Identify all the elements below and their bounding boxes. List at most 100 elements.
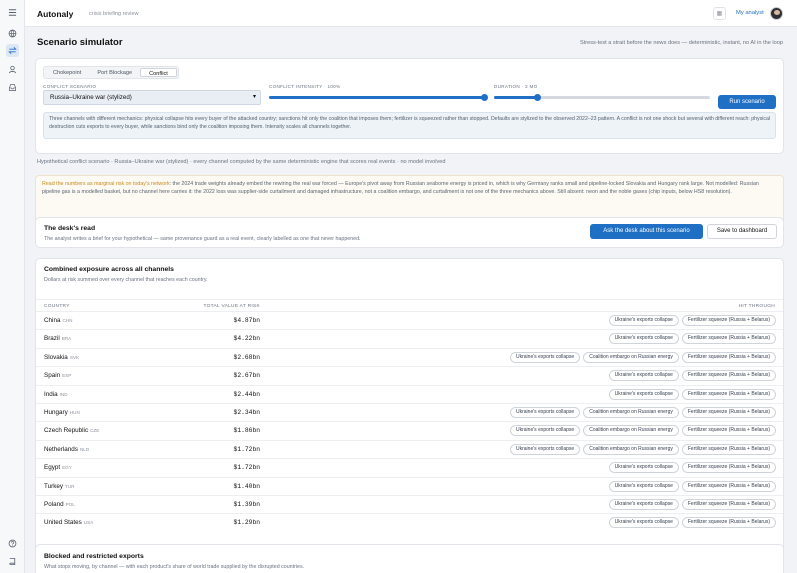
- channel-pill[interactable]: Fertilizer squeeze (Russia + Belarus): [681, 462, 776, 474]
- col-country: COUNTRY: [44, 304, 70, 309]
- channel-pill[interactable]: Ukraine's exports collapse: [608, 517, 679, 529]
- country-name: Turkey TUR: [44, 483, 74, 490]
- channel-pill[interactable]: Fertilizer squeeze (Russia + Belarus): [681, 407, 776, 418]
- scenario-controls-card: Chokepoint Port Blockage Conflict CONFLI…: [35, 58, 784, 154]
- globe-icon[interactable]: [6, 27, 19, 40]
- channel-pill[interactable]: Fertilizer squeeze (Russia + Belarus): [681, 517, 776, 529]
- country-label: India: [44, 390, 58, 398]
- channel-pill[interactable]: Ukraine's exports collapse: [608, 370, 679, 382]
- country-code: TUR: [65, 483, 75, 489]
- channel-pills: Ukraine's exports collapse Fertilizer squ…: [608, 480, 776, 492]
- scenario-select[interactable]: Russia–Ukraine war (stylized) ▾: [43, 90, 261, 105]
- scenario-label: CONFLICT SCENARIO: [43, 84, 97, 89]
- value-at-risk: $4.22bn: [233, 335, 260, 343]
- channel-pill[interactable]: Ukraine's exports collapse: [608, 333, 679, 345]
- channel-pill[interactable]: Fertilizer squeeze (Russia + Belarus): [681, 499, 776, 510]
- table-row[interactable]: Brazil BRA $4.22bn Ukraine's exports collap…: [36, 329, 783, 347]
- channel-pill[interactable]: Ukraine's exports collapse: [510, 407, 581, 418]
- table-divider: [36, 299, 783, 300]
- table-row[interactable]: Spain ESP $2.67bn Ukraine's exports collaps…: [36, 366, 783, 384]
- value-at-risk: $2.67bn: [233, 372, 260, 380]
- channel-pills: Ukraine's exports collapse Fertilizer squ…: [608, 499, 776, 510]
- duration-handle[interactable]: [534, 94, 542, 101]
- channel-pill[interactable]: Fertilizer squeeze (Russia + Belarus): [681, 443, 776, 455]
- channel-pill[interactable]: Coalition embargo on Russian energy: [583, 407, 679, 418]
- channel-pill[interactable]: Fertilizer squeeze (Russia + Belarus): [681, 425, 776, 437]
- table-row[interactable]: India IND $2.44bn Ukraine's exports collaps…: [36, 384, 783, 403]
- blocked-title: Blocked and restricted exports: [44, 553, 144, 560]
- country-label: Netherlands: [44, 445, 78, 453]
- channel-pill[interactable]: Ukraine's exports collapse: [608, 499, 679, 510]
- country-label: Poland: [44, 501, 64, 508]
- table-row[interactable]: Slovakia SVK $2.68bn Ukraine's exports coll…: [36, 347, 783, 366]
- table-row[interactable]: Poland POL $1.39bn Ukraine's exports collap…: [36, 495, 783, 513]
- country-label: Slovakia: [44, 353, 68, 361]
- channel-pill[interactable]: Ukraine's exports collapse: [510, 425, 581, 437]
- country-label: Czech Republic: [44, 427, 89, 435]
- menu-icon[interactable]: [6, 6, 19, 19]
- country-label: Spain: [44, 372, 61, 380]
- country-code: ESP: [62, 373, 72, 379]
- country-label: Egypt: [44, 464, 61, 472]
- channel-pill[interactable]: Ukraine's exports collapse: [510, 443, 581, 455]
- main-content: Scenario simulator Stress-test a strait …: [25, 27, 797, 573]
- swap-icon[interactable]: [6, 44, 19, 57]
- table-row[interactable]: Czech Republic CZE $1.86bn Ukraine's export…: [36, 421, 783, 439]
- desk-subtitle: The analyst writes a brief for your hypo…: [44, 236, 361, 242]
- channel-pill[interactable]: Coalition embargo on Russian energy: [583, 351, 679, 363]
- country-name: India IND: [44, 391, 68, 398]
- table-row[interactable]: Egypt EGY $1.72bn Ukraine's exports collaps…: [36, 458, 783, 476]
- avatar[interactable]: [770, 7, 783, 20]
- channel-pill[interactable]: Fertilizer squeeze (Russia + Belarus): [681, 351, 776, 363]
- my-analyst-link[interactable]: My analyst: [736, 10, 764, 16]
- channel-pill[interactable]: Fertilizer squeeze (Russia + Belarus): [681, 480, 776, 492]
- inbox-icon[interactable]: [6, 81, 19, 94]
- intensity-slider[interactable]: [269, 94, 488, 101]
- intensity-handle[interactable]: [481, 94, 488, 101]
- channel-pill[interactable]: Coalition embargo on Russian energy: [583, 425, 679, 437]
- table-row[interactable]: United States USA $1.29bn Ukraine's exports…: [36, 513, 783, 531]
- channel-pill[interactable]: Ukraine's exports collapse: [608, 315, 679, 326]
- duration-slider[interactable]: [494, 94, 710, 101]
- channel-pill[interactable]: Fertilizer squeeze (Russia + Belarus): [681, 315, 776, 326]
- country-label: China: [44, 317, 61, 324]
- exposure-title: Combined exposure across all channels: [44, 266, 174, 273]
- desk-title: The desk's read: [44, 225, 96, 232]
- country-label: Brazil: [44, 335, 60, 343]
- tab-conflict[interactable]: Conflict: [140, 68, 177, 77]
- channel-pill[interactable]: Fertilizer squeeze (Russia + Belarus): [681, 333, 776, 345]
- channel-pills: Ukraine's exports collapse Fertilizer squ…: [608, 370, 776, 382]
- channel-pill[interactable]: Ukraine's exports collapse: [608, 480, 679, 492]
- channel-pill[interactable]: Fertilizer squeeze (Russia + Belarus): [681, 370, 776, 382]
- channel-pill[interactable]: Ukraine's exports collapse: [510, 351, 581, 363]
- country-code: USA: [83, 520, 94, 526]
- left-rail: [0, 0, 25, 573]
- channel-pill[interactable]: Fertilizer squeeze (Russia + Belarus): [681, 388, 776, 400]
- ask-desk-button[interactable]: Ask the desk about this scenario: [590, 224, 703, 239]
- table-row[interactable]: Turkey TUR $1.40bn Ukraine's exports collap…: [36, 476, 783, 495]
- col-hit-through: HIT THROUGH: [738, 304, 775, 309]
- country-name: Slovakia SVK: [44, 354, 79, 361]
- run-scenario-button[interactable]: Run scenario: [718, 95, 776, 109]
- channel-pill[interactable]: Ukraine's exports collapse: [608, 462, 679, 474]
- table-row[interactable]: Hungary HUN $2.34bn Ukraine's exports colla…: [36, 403, 783, 421]
- tab-chokepoint[interactable]: Chokepoint: [45, 68, 89, 77]
- country-code: IND: [59, 391, 68, 397]
- user-icon[interactable]: [6, 63, 19, 76]
- layout-icon[interactable]: ▦: [713, 7, 726, 20]
- channel-pill[interactable]: Coalition embargo on Russian energy: [583, 443, 679, 455]
- warning-highlight: Read the numbers as marginal risk on tod…: [42, 181, 170, 187]
- channel-pill[interactable]: Ukraine's exports collapse: [608, 388, 679, 400]
- tab-port-blockage[interactable]: Port Blockage: [89, 68, 140, 77]
- country-code: EGY: [62, 465, 72, 471]
- table-row[interactable]: Netherlands NLD $1.72bn Ukraine's exports c…: [36, 439, 783, 458]
- table-row[interactable]: China CHN $4.87bn Ukraine's exports collaps…: [36, 311, 783, 329]
- col-total-value: TOTAL VALUE AT RISK: [203, 304, 260, 309]
- book-icon[interactable]: [6, 555, 19, 568]
- save-dashboard-button[interactable]: Save to dashboard: [707, 224, 777, 239]
- value-at-risk: $2.44bn: [233, 390, 260, 398]
- value-at-risk: $2.68bn: [233, 353, 260, 361]
- country-name: Czech Republic CZE: [44, 427, 99, 434]
- channel-pills: Ukraine's exports collapse Coalition emba…: [510, 425, 776, 437]
- help-icon[interactable]: [6, 537, 19, 550]
